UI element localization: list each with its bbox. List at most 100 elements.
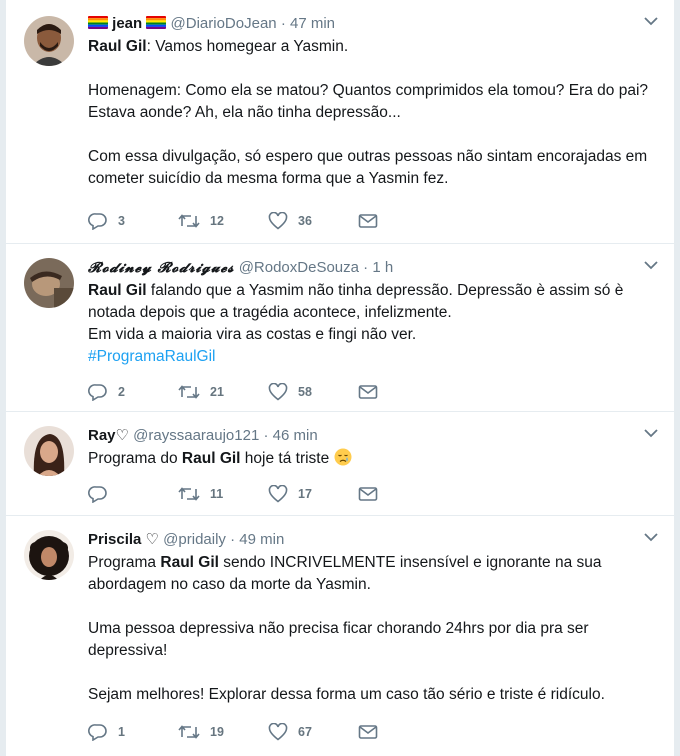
like-count: 67 <box>298 725 312 739</box>
heart-outline-icon: ♡ <box>145 531 159 548</box>
crying-face-emoji-icon <box>334 448 352 466</box>
direct-message-button[interactable] <box>358 213 448 229</box>
chevron-down-icon[interactable] <box>644 428 658 438</box>
display-name[interactable]: Ray <box>88 427 116 444</box>
reply-count: 3 <box>118 214 125 228</box>
envelope-icon <box>358 385 378 399</box>
hashtag-link[interactable]: #ProgramaRaulGil <box>88 348 216 365</box>
retweet-button[interactable]: 21 <box>178 384 268 400</box>
like-button[interactable]: 36 <box>268 212 358 230</box>
retweet-icon <box>178 385 200 399</box>
heart-icon <box>268 212 288 230</box>
user-handle[interactable]: @RodoxDeSouza <box>239 259 359 276</box>
like-count: 17 <box>298 487 312 501</box>
reply-button[interactable]: 1 <box>88 723 178 741</box>
avatar[interactable] <box>24 426 74 476</box>
retweet-icon <box>178 214 200 228</box>
tweet-body: Programa <box>88 554 161 571</box>
tweet-text: Programa do Raul Gil hoje tá triste <box>88 448 648 470</box>
tweet-header: Ray♡ @rayssaaraujo121 · 46 min <box>88 426 648 446</box>
tweet[interactable]: jean @DiarioDoJean · 47 min Raul Gil: Va… <box>6 0 674 244</box>
mention-text: Raul Gil <box>160 554 219 571</box>
user-handle[interactable]: @pridaily <box>163 531 226 548</box>
rainbow-flag-icon <box>146 16 167 29</box>
retweet-button[interactable]: 11 <box>178 486 268 502</box>
user-handle[interactable]: @DiarioDoJean <box>171 15 277 32</box>
timestamp[interactable]: 1 h <box>372 259 393 276</box>
retweet-count: 19 <box>210 725 224 739</box>
direct-message-button[interactable] <box>358 724 448 740</box>
tweet-actions: 1 19 67 <box>88 722 448 742</box>
timestamp[interactable]: 47 min <box>290 15 335 32</box>
tweet-text: Programa Raul Gil sendo INCRIVELMENTE in… <box>88 552 648 706</box>
avatar[interactable] <box>24 258 74 308</box>
avatar[interactable] <box>24 530 74 580</box>
tweet-text: Raul Gil falando que a Yasmim não tinha … <box>88 280 648 368</box>
separator-dot: · <box>280 15 286 32</box>
retweet-icon <box>178 725 200 739</box>
separator-dot: · <box>230 531 236 548</box>
retweet-icon <box>178 487 200 501</box>
reply-count: 2 <box>118 385 125 399</box>
tweet-body: falando que a Yasmim não tinha depressão… <box>88 282 624 343</box>
heart-icon <box>268 723 288 741</box>
tweet-header: jean @DiarioDoJean · 47 min <box>88 14 648 34</box>
tweet[interactable]: 𝓡𝓸𝓭𝓲𝓷𝓮𝔂 𝓡𝓸𝓭𝓻𝓲𝓰𝓾𝓮𝓼 @RodoxDeSouza · 1 h Ra… <box>6 244 674 412</box>
reply-icon <box>88 486 107 503</box>
display-name[interactable]: Priscila <box>88 531 141 548</box>
retweet-count: 12 <box>210 214 224 228</box>
reply-button[interactable]: 2 <box>88 383 178 401</box>
tweet-header: Priscila ♡ @pridaily · 49 min <box>88 530 648 550</box>
tweet-body: hoje tá triste <box>240 450 334 467</box>
reply-button[interactable] <box>88 485 178 503</box>
envelope-icon <box>358 214 378 228</box>
separator-dot: · <box>363 259 369 276</box>
chevron-down-icon[interactable] <box>644 16 658 26</box>
tweet-header: 𝓡𝓸𝓭𝓲𝓷𝓮𝔂 𝓡𝓸𝓭𝓻𝓲𝓰𝓾𝓮𝓼 @RodoxDeSouza · 1 h <box>88 258 648 278</box>
timestamp[interactable]: 49 min <box>239 531 284 548</box>
reply-count: 1 <box>118 725 125 739</box>
tweet[interactable]: Ray♡ @rayssaaraujo121 · 46 min Programa … <box>6 412 674 516</box>
retweet-count: 21 <box>210 385 224 399</box>
retweet-count: 11 <box>210 487 224 501</box>
mention-text: Raul Gil <box>181 450 241 467</box>
envelope-icon <box>358 487 378 501</box>
user-handle[interactable]: @rayssaaraujo121 <box>133 427 259 444</box>
direct-message-button[interactable] <box>358 486 448 502</box>
heart-outline-icon: ♡ <box>115 427 129 444</box>
tweet-body: sendo INCRIVELMENTE insensível e ignoran… <box>88 554 605 703</box>
retweet-button[interactable]: 19 <box>178 724 268 740</box>
reply-icon <box>88 384 107 401</box>
like-count: 36 <box>298 214 312 228</box>
retweet-button[interactable]: 12 <box>178 213 268 229</box>
like-button[interactable]: 17 <box>268 485 358 503</box>
reply-icon <box>88 213 107 230</box>
tweet-timeline: jean @DiarioDoJean · 47 min Raul Gil: Va… <box>6 0 674 756</box>
like-button[interactable]: 67 <box>268 723 358 741</box>
tweet-actions: 11 17 <box>88 484 448 504</box>
avatar[interactable] <box>24 16 74 66</box>
timestamp[interactable]: 46 min <box>273 427 318 444</box>
reply-button[interactable]: 3 <box>88 212 178 230</box>
direct-message-button[interactable] <box>358 384 448 400</box>
chevron-down-icon[interactable] <box>644 532 658 542</box>
tweet-body: Programa do <box>88 450 182 467</box>
like-button[interactable]: 58 <box>268 383 358 401</box>
tweet-actions: 2 21 58 <box>88 382 448 402</box>
tweet[interactable]: Priscila ♡ @pridaily · 49 min Programa R… <box>6 516 674 756</box>
heart-icon <box>268 485 288 503</box>
separator-dot: · <box>263 427 269 444</box>
chevron-down-icon[interactable] <box>644 260 658 270</box>
display-name[interactable]: jean <box>112 15 142 32</box>
reply-icon <box>88 724 107 741</box>
tweet-text: Raul Gil: Vamos homegear a Yasmin. Homen… <box>88 36 648 190</box>
heart-icon <box>268 383 288 401</box>
mention-text: Raul Gil <box>88 38 147 55</box>
mention-text: Raul Gil <box>88 282 147 299</box>
display-name[interactable]: 𝓡𝓸𝓭𝓲𝓷𝓮𝔂 𝓡𝓸𝓭𝓻𝓲𝓰𝓾𝓮𝓼 <box>88 260 235 276</box>
tweet-body: : Vamos homegear a Yasmin. Homenagem: Co… <box>88 38 649 187</box>
like-count: 58 <box>298 385 312 399</box>
rainbow-flag-icon <box>88 16 108 29</box>
envelope-icon <box>358 725 378 739</box>
tweet-actions: 3 12 36 <box>88 211 448 231</box>
